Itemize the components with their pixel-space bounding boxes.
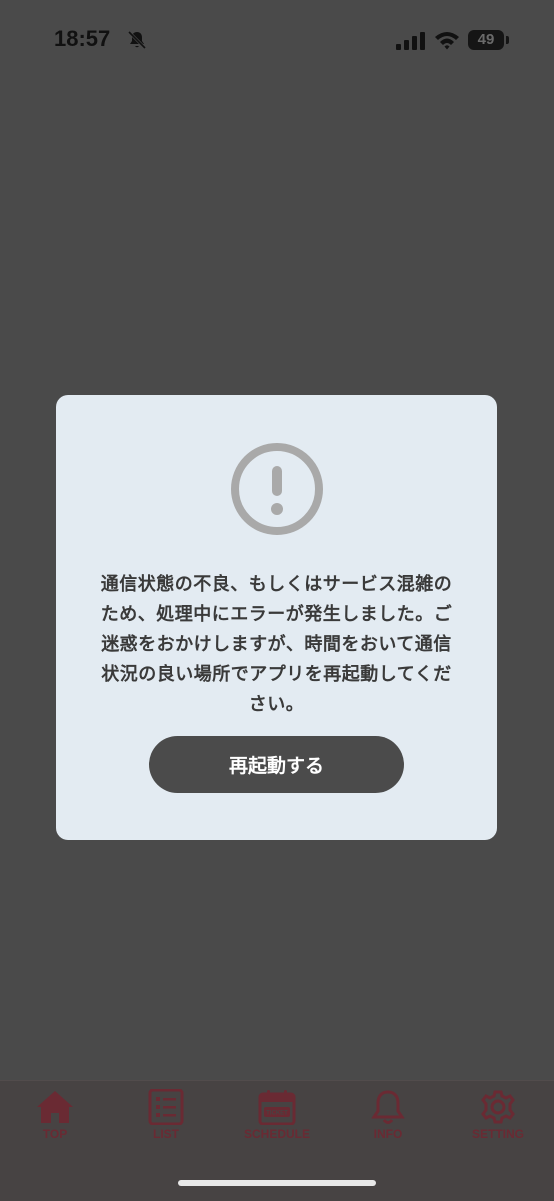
battery-icon: 49 xyxy=(468,30,504,50)
gear-icon xyxy=(481,1090,515,1124)
tab-label-top: TOP xyxy=(42,1127,68,1141)
signal-icon xyxy=(396,32,425,50)
wifi-icon xyxy=(435,32,459,50)
error-dialog: 通信状態の不良、もしくはサービス混雑のため、処理中にエラーが発生しました。ご迷惑… xyxy=(56,395,497,840)
battery-level: 49 xyxy=(477,31,495,48)
bell-slash-icon xyxy=(127,30,147,50)
status-time: 18:57 xyxy=(54,26,111,51)
tab-label-setting: SETTING xyxy=(471,1127,524,1141)
tab-label-info: INFO xyxy=(373,1127,403,1141)
ticket-icon-text: TICKET xyxy=(266,1111,288,1117)
status-bar: 18:57 49 xyxy=(0,0,554,84)
tab-schedule[interactable]: TICKET SCHEDULE xyxy=(227,1089,327,1149)
calendar-ticket-icon: TICKET xyxy=(258,1090,296,1125)
home-icon xyxy=(37,1091,73,1123)
bell-icon xyxy=(371,1090,405,1124)
tab-label-list: LIST xyxy=(153,1127,179,1141)
tab-top[interactable]: TOP xyxy=(5,1089,105,1149)
restart-button[interactable]: 再起動する xyxy=(149,736,404,793)
exclamation-circle-icon xyxy=(231,443,323,535)
battery-tip xyxy=(506,36,509,44)
tab-list[interactable]: LIST xyxy=(116,1089,216,1149)
tab-label-schedule: SCHEDULE xyxy=(243,1127,310,1141)
home-indicator[interactable] xyxy=(178,1180,376,1186)
tab-setting[interactable]: SETTING xyxy=(448,1089,548,1149)
list-icon xyxy=(148,1089,184,1125)
tab-info[interactable]: INFO xyxy=(338,1089,438,1149)
error-message: 通信状態の不良、もしくはサービス混雑のため、処理中にエラーが発生しました。ご迷惑… xyxy=(100,574,453,715)
